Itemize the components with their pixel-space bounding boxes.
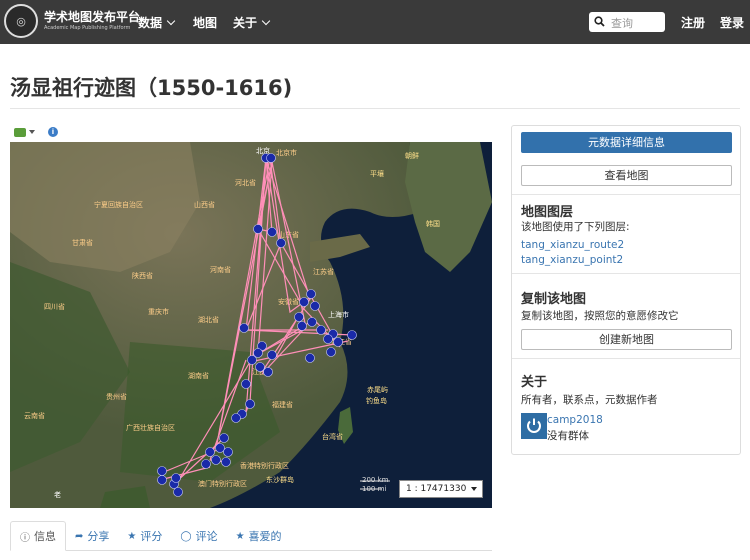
tab-share-label: 分享 (87, 530, 110, 543)
svg-text:甘肃省: 甘肃省 (72, 238, 93, 247)
create-map-button[interactable]: 创建新地图 (521, 329, 732, 350)
university-logo: ◎ (4, 4, 38, 38)
page-title: 汤显祖行迹图（1550-1616) (10, 76, 293, 100)
svg-text:北京市: 北京市 (276, 148, 297, 157)
svg-text:平壤: 平壤 (370, 169, 384, 178)
nav-data-menu[interactable]: 数据 (138, 14, 176, 31)
search-icon (594, 16, 605, 27)
scale-bar-mi: 100 mi (362, 485, 387, 493)
svg-text:湖南省: 湖南省 (188, 371, 209, 380)
svg-text:澳门特别行政区: 澳门特别行政区 (198, 479, 247, 488)
nav-about-label: 关于 (233, 16, 258, 30)
metadata-detail-button[interactable]: 元数据详细信息 (521, 132, 732, 153)
view-map-button[interactable]: 查看地图 (521, 165, 732, 186)
tab-favorites[interactable]: ★ 喜爱的 (227, 521, 291, 551)
login-link[interactable]: 登录 (720, 14, 744, 31)
layers-icon[interactable] (14, 127, 26, 137)
svg-text:湖北省: 湖北省 (198, 315, 219, 324)
register-link[interactable]: 注册 (681, 14, 705, 31)
svg-text:云南省: 云南省 (24, 411, 45, 420)
layers-text: 该地图使用了下列图层: (521, 221, 630, 233)
tab-rating-label: 评分 (140, 530, 163, 543)
owner-group: 没有群体 (547, 430, 589, 442)
chevron-down-icon (261, 16, 271, 26)
divider (512, 194, 740, 195)
detail-tabs: ⓘ 信息 ➦ 分享 ★ 评分 ◯ 评论 ★ 喜爱的 (10, 521, 492, 551)
svg-text:江苏省: 江苏省 (313, 267, 334, 276)
svg-text:韩国: 韩国 (426, 219, 440, 228)
tab-favorites-label: 喜爱的 (248, 530, 282, 543)
copy-map-title: 复制该地图 (521, 292, 587, 307)
svg-text:福建省: 福建省 (272, 400, 293, 409)
svg-text:东沙群岛: 东沙群岛 (266, 475, 294, 484)
tab-comments-label: 评论 (195, 530, 218, 543)
search-placeholder: 查询 (611, 17, 633, 30)
star-icon: ★ (127, 530, 137, 542)
map-viewer[interactable]: 北京 北京市 朝鲜 平壤 韩国 河北省 山西省 山东省 甘肃省 陕西省 河南省 … (10, 142, 492, 508)
top-navbar: ◎ 学术地图发布平台 Academic Map Publishing Platf… (0, 0, 750, 44)
dropdown-arrow-icon (471, 487, 477, 491)
chevron-down-icon (166, 16, 176, 26)
svg-text:台湾省: 台湾省 (322, 432, 343, 441)
copy-map-text: 复制该地图，按照您的意愿修改它 (521, 310, 679, 322)
tab-rating[interactable]: ★ 评分 (118, 521, 171, 551)
layers-title: 地图图层 (521, 205, 574, 220)
caret-down-icon[interactable] (29, 130, 35, 134)
svg-text:宁夏回族自治区: 宁夏回族自治区 (94, 200, 143, 209)
satellite-basemap: 北京 北京市 朝鲜 平壤 韩国 河北省 山西省 山东省 甘肃省 陕西省 河南省 … (10, 142, 492, 508)
svg-text:河北省: 河北省 (235, 178, 256, 187)
svg-text:老: 老 (54, 490, 61, 499)
info-icon: ⓘ (20, 532, 30, 544)
nav-maps-link[interactable]: 地图 (193, 14, 217, 31)
avatar[interactable] (521, 413, 547, 439)
title-divider (10, 108, 740, 109)
nav-data-label: 数据 (138, 16, 163, 30)
svg-text:山西省: 山西省 (194, 200, 215, 209)
owner-name-link[interactable]: camp2018 (547, 414, 603, 426)
svg-text:广西壮族自治区: 广西壮族自治区 (126, 423, 175, 432)
svg-text:钓鱼岛: 钓鱼岛 (366, 396, 387, 405)
tab-comments[interactable]: ◯ 评论 (171, 521, 226, 551)
svg-text:上海市: 上海市 (328, 310, 349, 319)
brand[interactable]: ◎ 学术地图发布平台 Academic Map Publishing Platf… (4, 4, 140, 38)
scale-bar-km: 200 km (362, 476, 389, 484)
layer-link[interactable]: tang_xianzu_route2 (521, 239, 624, 251)
scale-select[interactable]: 1 : 17471330 (399, 480, 483, 498)
svg-text:四川省: 四川省 (44, 302, 65, 311)
comment-icon: ◯ (180, 530, 192, 542)
sidebar-panel: 元数据详细信息 查看地图 地图图层 该地图使用了下列图层: tang_xianz… (511, 125, 741, 455)
brand-title: 学术地图发布平台 (44, 10, 141, 24)
svg-text:赤尾屿: 赤尾屿 (367, 385, 388, 394)
svg-text:河南省: 河南省 (210, 265, 231, 274)
divider (512, 273, 740, 274)
tab-info-label: 信息 (34, 530, 56, 543)
svg-text:朝鲜: 朝鲜 (405, 151, 419, 160)
tab-share[interactable]: ➦ 分享 (66, 521, 118, 551)
star-icon: ★ (235, 530, 245, 542)
svg-text:陕西省: 陕西省 (132, 271, 153, 280)
layer-link[interactable]: tang_xianzu_point2 (521, 254, 623, 266)
about-title: 关于 (521, 375, 548, 390)
search-input[interactable]: 查询 (589, 12, 665, 32)
share-icon: ➦ (75, 530, 84, 542)
svg-text:贵州省: 贵州省 (106, 392, 127, 401)
svg-text:重庆市: 重庆市 (148, 307, 169, 316)
tab-info[interactable]: ⓘ 信息 (10, 521, 66, 551)
nav-maps-label: 地图 (193, 16, 218, 30)
info-icon[interactable]: i (48, 127, 58, 137)
divider (512, 358, 740, 359)
about-text: 所有者，联系点，元数据作者 (521, 394, 658, 406)
nav-about-menu[interactable]: 关于 (233, 14, 271, 31)
scale-value: 1 : 17471330 (406, 484, 467, 494)
brand-subtitle: Academic Map Publishing Platform (44, 25, 131, 31)
map-toolbar: i (14, 127, 58, 137)
svg-text:香港特别行政区: 香港特别行政区 (240, 461, 289, 470)
power-icon (527, 418, 541, 433)
